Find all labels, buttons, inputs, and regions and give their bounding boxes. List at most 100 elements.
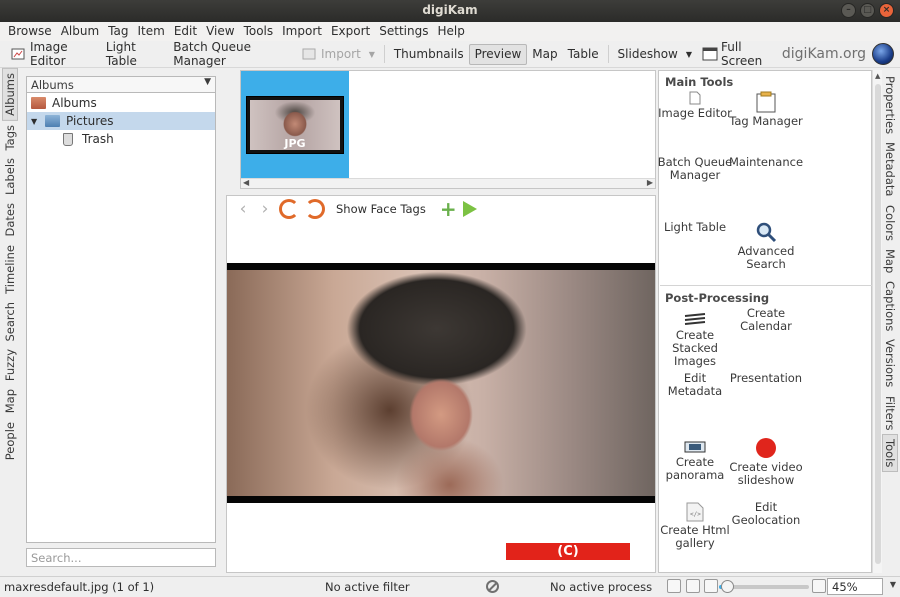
menu-help[interactable]: Help [433,22,469,41]
tool-create-panorama[interactable]: Create panorama [657,440,733,482]
play-icon[interactable] [462,201,477,217]
album-view-select-value: Albums [31,78,74,92]
tree-item-albums[interactable]: Albums [27,94,215,112]
chevron-down-icon: ▼ [204,77,211,87]
thumbnails-button[interactable]: Thumbnails [389,44,469,65]
zoom-out-button[interactable] [704,579,718,593]
tool-batch-queue-manager[interactable]: Batch Queue Manager [657,156,733,182]
tool-create-calendar[interactable]: Create Calendar [728,307,804,333]
tool-label: Advanced [737,244,795,258]
tool-create-html-gallery[interactable]: </> Create Html gallery [657,502,733,550]
maximize-button[interactable]: □ [860,3,875,18]
zoom-fit-button[interactable] [667,579,681,593]
table-button[interactable]: Table [563,44,604,65]
rotate-left-icon[interactable] [279,199,299,219]
album-view-select[interactable]: Albums ▼ [26,76,216,93]
menu-import[interactable]: Import [278,22,327,41]
tool-create-stacked-images[interactable]: Create Stacked Images [657,313,733,368]
thumbnail-image[interactable]: JPG [246,96,344,154]
tree-item-pictures[interactable]: ▼ Pictures [27,112,215,130]
no-filter-icon [486,580,499,593]
preview-image[interactable] [227,263,655,503]
light-table-button[interactable]: Light Table [101,40,168,68]
tool-presentation[interactable]: Presentation [728,372,804,385]
tab-properties[interactable]: Properties [883,72,897,138]
fullscreen-button[interactable]: Full Screen [697,40,782,68]
slideshow-label: Slideshow [617,47,678,61]
zoom-100-button[interactable] [686,579,700,593]
scroll-left-icon[interactable]: ◀ [243,178,249,187]
tab-metadata[interactable]: Metadata [883,138,897,200]
zoom-in-button[interactable] [812,579,826,593]
tool-image-editor[interactable]: Image Editor [657,91,733,120]
add-face-tag-icon[interactable]: + [440,197,457,221]
tab-tags[interactable]: Tags [3,121,17,154]
menu-tools[interactable]: Tools [240,22,279,41]
tool-label: Stacked [672,341,718,355]
tool-edit-metadata[interactable]: Edit Metadata [657,372,733,398]
tree-item-label: Trash [82,132,114,146]
panorama-icon [684,441,706,453]
tool-label: Calendar [740,319,792,333]
map-button[interactable]: Map [527,44,562,65]
tool-light-table[interactable]: Light Table [657,221,733,234]
tab-search[interactable]: Search [3,298,17,346]
folder-icon [45,115,60,127]
zoom-level-select[interactable]: 45% ▼ [827,578,896,595]
tab-labels[interactable]: Labels [3,154,17,199]
tab-fuzzy[interactable]: Fuzzy [3,345,17,385]
status-filter[interactable]: No active filter [325,580,410,594]
tree-item-label: Albums [52,96,97,110]
tab-colors[interactable]: Colors [883,201,897,245]
menu-tag[interactable]: Tag [104,22,133,41]
menu-item[interactable]: Item [134,22,170,41]
slideshow-button[interactable]: Slideshow ▼ [613,44,697,65]
zoom-slider-knob[interactable] [721,580,735,593]
tool-create-video-slideshow[interactable]: Create video slideshow [728,437,804,487]
previous-icon[interactable]: ‹ [232,199,254,219]
tab-dates[interactable]: Dates [3,199,17,240]
batch-queue-button[interactable]: Batch Queue Manager [168,40,297,68]
tool-advanced-search[interactable]: Advanced Search [728,221,804,271]
tab-timeline[interactable]: Timeline [3,241,17,298]
tab-filters[interactable]: Filters [883,392,897,434]
next-icon[interactable]: › [254,199,276,219]
main-tools-title: Main Tools [665,75,734,89]
chevron-down-icon[interactable]: ▼ [890,580,896,589]
menu-view[interactable]: View [202,22,239,41]
scroll-right-icon[interactable]: ▶ [647,178,653,187]
tree-item-trash[interactable]: Trash [27,130,215,148]
tool-maintenance[interactable]: Maintenance [728,156,804,169]
menu-settings[interactable]: Settings [375,22,433,41]
rotate-right-icon[interactable] [305,199,325,219]
tab-captions[interactable]: Captions [883,277,897,335]
import-button[interactable]: Import ▼ [297,44,380,65]
show-face-tags-button[interactable]: Show Face Tags [336,202,426,216]
thumbnail-scrollbar[interactable]: ◀ ▶ [241,178,655,188]
menu-export[interactable]: Export [327,22,375,41]
menu-edit[interactable]: Edit [170,22,202,41]
tab-people[interactable]: People [3,418,17,464]
tool-tag-manager[interactable]: Tag Manager [728,91,804,128]
menu-album[interactable]: Album [57,22,104,41]
menu-browse[interactable]: Browse [4,22,57,41]
image-editor-button[interactable]: Image Editor [6,40,101,68]
expand-arrow-icon[interactable]: ▼ [31,117,45,126]
tab-map[interactable]: Map [883,245,897,277]
zoom-slider[interactable] [719,580,809,593]
format-badge: JPG [284,137,306,150]
close-button[interactable]: × [879,3,894,18]
digikam-brand-link[interactable]: digiKam.org [782,43,900,65]
tab-albums[interactable]: Albums [2,68,18,121]
tab-versions[interactable]: Versions [883,335,897,391]
tool-edit-geolocation[interactable]: Edit Geolocation [728,501,804,527]
image-editor-icon [689,91,701,105]
fullscreen-icon [702,47,718,61]
tool-label: Create [746,306,786,320]
tool-label: panorama [665,468,725,482]
preview-button[interactable]: Preview [468,43,528,65]
tab-tools[interactable]: Tools [882,434,898,473]
minimize-button[interactable]: – [841,3,856,18]
album-search-input[interactable]: Search... [26,548,216,567]
tab-map[interactable]: Map [3,385,17,417]
